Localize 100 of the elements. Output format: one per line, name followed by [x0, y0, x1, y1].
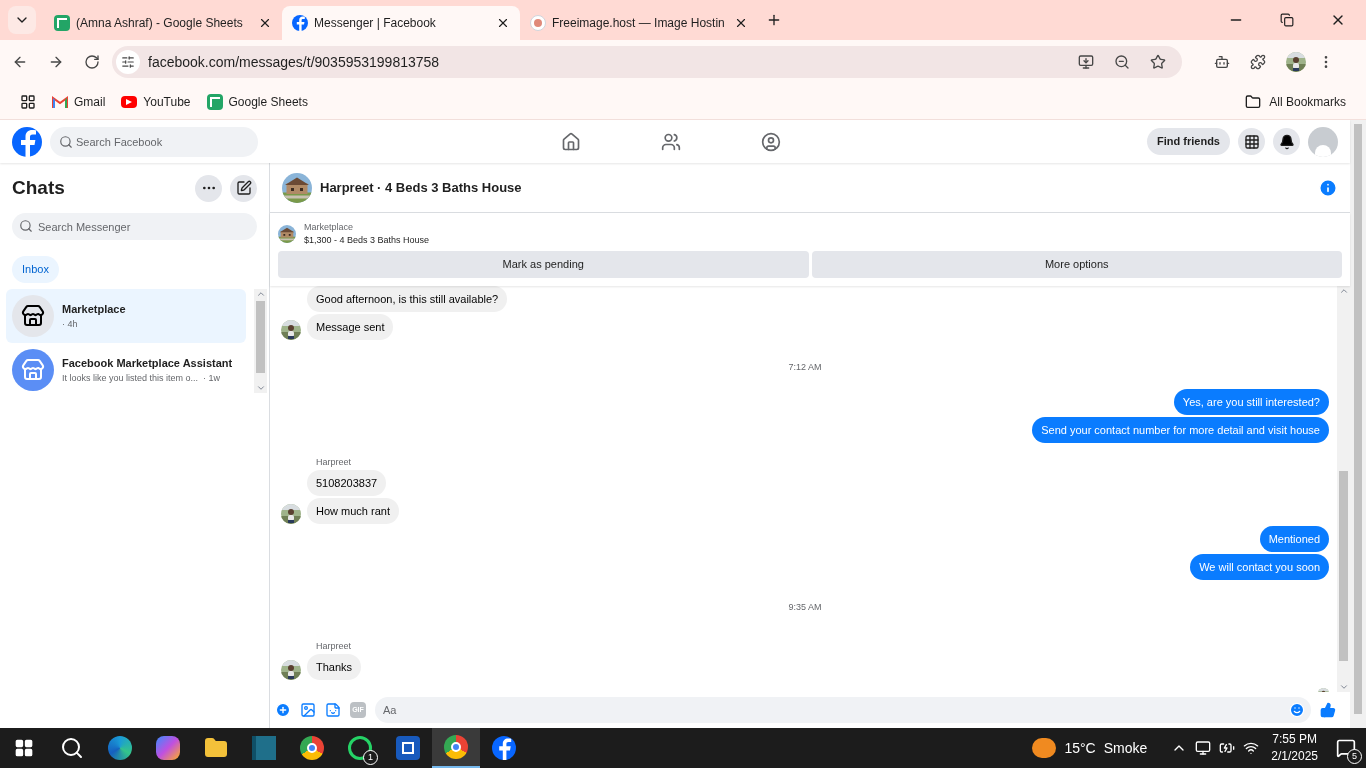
spreadsheet-icon	[206, 93, 223, 110]
search-field[interactable]: Search Facebook	[50, 126, 258, 157]
robot-icon[interactable]	[1214, 54, 1230, 70]
message-bubble: 5108203837	[307, 470, 387, 496]
close-icon[interactable]	[734, 16, 748, 30]
find-friends-button[interactable]: Find friends	[1147, 128, 1230, 155]
search-icon[interactable]	[60, 736, 84, 760]
bookmark[interactable]: Google Sheets	[206, 92, 308, 111]
close-icon[interactable]	[258, 16, 272, 30]
clock-time: 7:55 PM	[1272, 731, 1317, 748]
chrome-icon	[444, 735, 468, 759]
forward-icon[interactable]	[48, 54, 64, 70]
temperature: 15°C	[1064, 738, 1096, 758]
wifi-icon[interactable]	[1243, 740, 1260, 756]
restore-icon[interactable]	[1280, 13, 1294, 27]
reload-icon[interactable]	[84, 54, 100, 70]
home-icon[interactable]	[560, 131, 581, 152]
listing-source: Marketplace	[304, 221, 355, 234]
notifications-icon[interactable]	[1278, 133, 1295, 150]
taskbar-app[interactable]: 1	[336, 728, 384, 768]
add-icon[interactable]	[275, 702, 291, 718]
facebook-logo[interactable]	[12, 126, 42, 157]
apps-icon[interactable]	[20, 93, 36, 110]
close-icon[interactable]	[496, 16, 510, 30]
weather-condition: Smoke	[1103, 738, 1148, 758]
chat-item[interactable]: Facebook Marketplace Assistant It looks like you listed this item o... · 1w	[6, 343, 246, 397]
browser-tab[interactable]: Messenger | Facebook	[282, 6, 520, 40]
search-field[interactable]: Search Messenger	[12, 213, 257, 240]
chat-name: Facebook Marketplace Assistant	[62, 356, 233, 371]
browser-tab[interactable]: Freeimage.host — Image Hostin	[520, 6, 758, 40]
timestamp: 7:12 AM	[788, 362, 822, 373]
image-icon	[530, 15, 546, 31]
store-icon	[21, 304, 45, 328]
message-bubble: Message sent	[307, 314, 394, 340]
mail-icon	[52, 95, 68, 108]
chat-item[interactable]: Marketplace · 4h	[6, 289, 246, 343]
play-icon	[121, 95, 138, 108]
weather-icon[interactable]	[1032, 738, 1057, 758]
badge: 1	[363, 750, 378, 765]
start-icon[interactable]	[14, 738, 34, 758]
listing-action-button[interactable]: More options	[811, 251, 1342, 278]
conversation-title: Harpreet · 4 Beds 3 Baths House	[320, 178, 523, 197]
like-icon[interactable]	[1320, 702, 1336, 718]
message-input[interactable]: Aa	[375, 697, 1311, 723]
zoom-out-icon[interactable]	[1114, 54, 1130, 70]
sticker-icon[interactable]	[325, 702, 341, 718]
folder-icon	[1245, 93, 1262, 110]
tab-list-button[interactable]	[8, 6, 36, 34]
display-icon[interactable]	[1195, 740, 1212, 756]
menu-icon[interactable]	[1243, 133, 1260, 150]
message-bubble: Good afternoon, is this still available?	[307, 286, 508, 312]
bookmark[interactable]: Gmail	[52, 92, 106, 111]
app-icon	[252, 736, 276, 760]
site-settings-icon[interactable]	[121, 55, 135, 69]
chrome-icon	[300, 736, 324, 760]
listing-action-button[interactable]: Mark as pending	[278, 251, 809, 278]
badge: 5	[1347, 749, 1362, 764]
info-icon[interactable]	[1318, 177, 1338, 198]
chat-name: Marketplace	[62, 302, 126, 317]
groups-icon[interactable]	[760, 131, 781, 152]
battery-icon[interactable]	[1219, 740, 1236, 756]
browser-tab[interactable]: (Amna Ashraf) - Google Sheets	[44, 6, 282, 40]
back-icon[interactable]	[12, 54, 28, 70]
sender-name: Harpreet	[316, 457, 351, 468]
new-tab-icon[interactable]	[766, 12, 782, 28]
tab-title: Messenger | Facebook	[314, 15, 437, 32]
spreadsheet-icon	[54, 15, 70, 31]
tab-title: (Amna Ashraf) - Google Sheets	[76, 15, 244, 32]
page-scrollbar[interactable]	[1350, 120, 1366, 728]
address-bar[interactable]: facebook.com/messages/t/9035953199813758	[112, 46, 1182, 78]
store-icon	[21, 358, 45, 382]
chats-heading: Chats	[12, 175, 66, 200]
search-icon	[59, 134, 73, 149]
timestamp: 9:35 AM	[788, 602, 822, 613]
search-icon	[19, 219, 33, 233]
sender-name: Harpreet	[316, 641, 351, 652]
install-icon[interactable]	[1078, 54, 1094, 70]
chat-preview: · 4h	[62, 317, 79, 331]
taskbar-app[interactable]	[432, 728, 480, 768]
message-bubble: How much rant	[307, 498, 399, 524]
inbox-filter[interactable]: Inbox	[12, 256, 59, 283]
extensions-icon[interactable]	[1250, 54, 1266, 70]
chat-preview: It looks like you listed this item o... · 1w	[62, 371, 222, 385]
photo-icon[interactable]	[300, 702, 316, 718]
tab-title: Freeimage.host — Image Hostin	[552, 15, 726, 32]
friends-icon[interactable]	[660, 131, 681, 152]
message-bubble: We will contact you soon	[1190, 554, 1329, 580]
clock-date: 2/1/2025	[1271, 748, 1318, 765]
facebook-logo	[292, 15, 308, 31]
listing-title: $1,300 - 4 Beds 3 Baths House	[304, 234, 430, 247]
folder-icon	[204, 736, 228, 760]
all-bookmarks[interactable]: All Bookmarks	[1245, 92, 1346, 111]
url-text: facebook.com/messages/t/9035953199813758	[148, 52, 441, 72]
message-bubble: Thanks	[307, 654, 362, 680]
bookmark-star-icon[interactable]	[1150, 54, 1166, 70]
bookmark[interactable]: YouTube	[121, 92, 191, 111]
notifications-icon[interactable]	[1336, 738, 1356, 758]
browser-icon	[108, 736, 132, 760]
document-icon	[396, 736, 420, 760]
compose-icon[interactable]	[235, 180, 252, 196]
